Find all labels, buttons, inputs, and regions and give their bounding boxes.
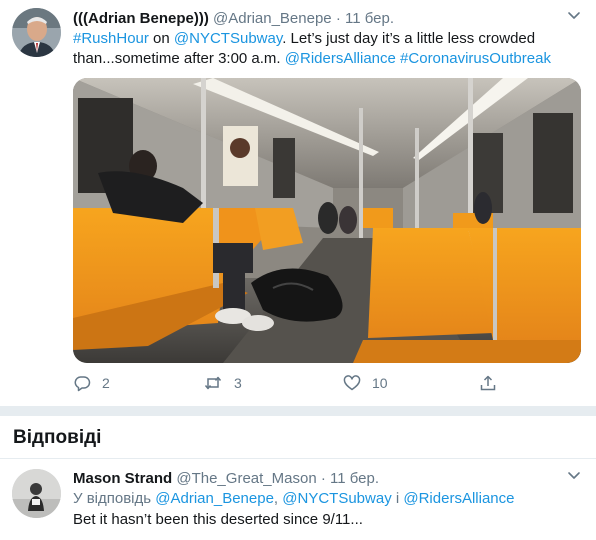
author-avatar[interactable] [12,8,61,57]
reply-author-avatar[interactable] [12,469,61,518]
replying-separator: , [273,490,283,507]
tweet-text-segment: on [148,30,174,47]
replying-to-user-1[interactable]: @Adrian_Benepe [155,490,274,507]
heart-icon [343,375,361,391]
reply-icon [74,376,91,392]
like-count: 10 [372,375,388,391]
like-button[interactable]: 10 [343,372,388,394]
chevron-down-icon[interactable] [567,470,581,482]
replying-to-user-3[interactable]: @RidersAlliance [403,490,514,507]
subway-car-photo [73,78,581,363]
reply-date[interactable]: 11 бер. [330,470,379,487]
tweet-text-segment: than...sometime after 3:00 a.m. [73,50,285,67]
tweet-header: (((Adrian Benepe))) @Adrian_Benepe · 11 … [73,9,394,29]
tweet-actions: 2 3 10 [73,372,503,394]
section-separator [0,406,596,416]
replies-header: Відповіді [0,416,596,459]
reply-button[interactable]: 2 [73,372,110,394]
share-button[interactable] [479,372,497,394]
header-dot: · [335,10,341,27]
author-handle[interactable]: @Adrian_Benepe [213,10,332,27]
retweet-button[interactable]: 3 [203,372,242,394]
replying-and: і [391,490,404,507]
replies-title: Відповіді [13,427,102,448]
tweet-text-line-2: than...sometime after 3:00 a.m. @RidersA… [73,49,578,69]
chevron-down-icon[interactable] [567,10,581,22]
share-icon [480,375,496,391]
replying-prefix: У відповідь [73,490,156,507]
replying-to: У відповідь @Adrian_Benepe, @NYCTSubway … [73,489,514,509]
author-name[interactable]: (((Adrian Benepe))) [73,10,209,27]
tweet-link[interactable]: @RidersAlliance [285,50,396,67]
reply-author-handle[interactable]: @The_Great_Mason [176,470,316,487]
main-tweet: (((Adrian Benepe))) @Adrian_Benepe · 11 … [0,0,596,406]
reply-author-name[interactable]: Mason Strand [73,470,172,487]
tweet-text-segment: . Let’s just day it’s a little less crow… [282,30,536,47]
reply-header: Mason Strand @The_Great_Mason · 11 бер. [73,469,379,489]
reply-count: 2 [102,375,110,391]
tweet-link[interactable]: #RushHour [73,30,149,47]
tweet-date[interactable]: 11 бер. [345,10,394,27]
reply-header-dot: · [320,470,326,487]
tweet-text: #RushHour on @NYCTSubway. Let’s just day… [73,29,578,69]
tweet-photo[interactable] [73,78,581,363]
tweet-link[interactable]: #CoronavirusOutbreak [400,50,551,67]
replying-to-user-2[interactable]: @NYCTSubway [282,490,391,507]
retweet-count: 3 [234,375,242,391]
tweet-link[interactable]: @NYCTSubway [174,30,282,47]
retweet-icon [204,376,222,390]
tweet-text-line-1: #RushHour on @NYCTSubway. Let’s just day… [73,29,578,49]
reply-text: Bet it hasn’t been this deserted since 9… [73,511,363,528]
